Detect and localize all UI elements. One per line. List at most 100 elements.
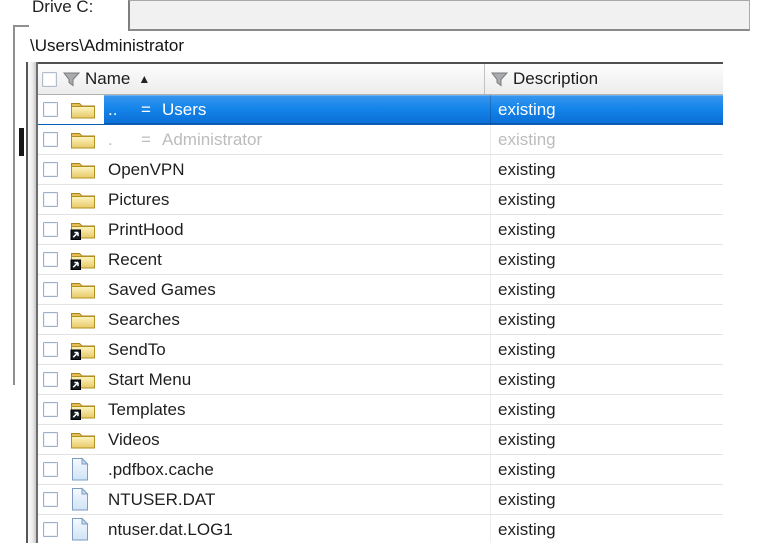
file-name: Users [162, 99, 207, 119]
description-cell: existing [498, 339, 556, 359]
row-checkbox[interactable] [43, 282, 58, 297]
row-checkbox[interactable] [43, 372, 58, 387]
table-row[interactable]: PrintHood existing [38, 215, 723, 245]
table-row[interactable]: Videos existing [38, 425, 723, 455]
tab-drive-c[interactable]: Drive C: [25, 0, 128, 31]
name-cell: NTUSER.DAT [104, 485, 491, 514]
file-name: Recent [108, 249, 162, 269]
file-name: NTUSER.DAT [108, 489, 216, 509]
table-row[interactable]: .pdfbox.cache existing [38, 455, 723, 485]
folder-shortcut-icon [69, 338, 97, 361]
table-row[interactable]: Recent existing [38, 245, 723, 275]
dir-dot-prefix: . [108, 129, 113, 149]
folder-shortcut-icon [69, 218, 97, 241]
folder-icon [69, 428, 97, 451]
name-cell: SendTo [104, 335, 491, 364]
folder-icon [69, 158, 97, 181]
folder-icon [69, 278, 97, 301]
file-rows: .. = Users existing. = Administrator existing O… [38, 95, 723, 543]
tab-strip-background [128, 0, 750, 31]
file-name: Pictures [108, 189, 170, 209]
file-name: Administrator [162, 129, 263, 149]
table-row[interactable]: Start Menu existing [38, 365, 723, 395]
file-name: Start Menu [108, 369, 192, 389]
current-row-marker [19, 128, 24, 156]
name-cell: . = Administrator [104, 125, 491, 154]
row-checkbox[interactable] [43, 102, 58, 117]
left-scroll-strip[interactable] [26, 62, 38, 543]
column-description-label: Description [513, 69, 599, 88]
name-cell: .. = Users [104, 95, 491, 124]
dir-link-symbol: = [141, 129, 151, 149]
current-path: \Users\Administrator [30, 36, 184, 55]
description-cell: existing [498, 519, 556, 539]
description-cell: existing [498, 159, 556, 179]
row-checkbox[interactable] [43, 462, 58, 477]
tab-drive-c-label: Drive C: [32, 0, 94, 16]
file-name: ntuser.dat.LOG1 [108, 519, 233, 539]
file-name: SendTo [108, 339, 166, 359]
folder-shortcut-icon [69, 248, 97, 271]
name-cell: OpenVPN [104, 155, 491, 184]
table-row[interactable]: Pictures existing [38, 185, 723, 215]
row-checkbox[interactable] [43, 522, 58, 537]
file-name: Searches [108, 309, 180, 329]
description-cell: existing [498, 429, 556, 449]
filter-icon[interactable] [63, 72, 80, 87]
column-name-label: Name [85, 69, 131, 88]
row-checkbox[interactable] [43, 192, 58, 207]
description-cell: existing [498, 399, 556, 419]
row-checkbox[interactable] [43, 492, 58, 507]
file-name: .pdfbox.cache [108, 459, 214, 479]
name-cell: Searches [104, 305, 491, 334]
description-cell: existing [498, 189, 556, 209]
row-checkbox[interactable] [43, 132, 58, 147]
row-checkbox[interactable] [43, 162, 58, 177]
table-row[interactable]: .. = Users existing [38, 95, 723, 125]
table-row[interactable]: ntuser.dat.LOG1 existing [38, 515, 723, 543]
file-table: Name ▲ Description .. = Users existing. = Adm… [38, 62, 723, 543]
table-row[interactable]: NTUSER.DAT existing [38, 485, 723, 515]
row-checkbox[interactable] [43, 432, 58, 447]
description-cell: existing [498, 459, 556, 479]
name-cell: Saved Games [104, 275, 491, 304]
row-checkbox[interactable] [43, 402, 58, 417]
row-checkbox[interactable] [43, 252, 58, 267]
row-checkbox[interactable] [43, 312, 58, 327]
folder-icon [69, 308, 97, 331]
description-cell: existing [498, 279, 556, 299]
name-cell: Templates [104, 395, 491, 424]
folder-icon [69, 98, 97, 121]
name-cell: ntuser.dat.LOG1 [104, 515, 491, 543]
row-checkbox[interactable] [43, 222, 58, 237]
select-all-checkbox[interactable] [42, 71, 57, 87]
folder-shortcut-icon [69, 398, 97, 421]
name-cell: Recent [104, 245, 491, 274]
dir-dot-prefix: .. [108, 99, 118, 119]
table-row[interactable]: Saved Games existing [38, 275, 723, 305]
table-row[interactable]: Searches existing [38, 305, 723, 335]
table-row[interactable]: OpenVPN existing [38, 155, 723, 185]
description-cell: existing [498, 99, 556, 119]
filter-icon[interactable] [491, 72, 508, 87]
folder-icon [69, 128, 97, 151]
sort-asc-icon: ▲ [138, 72, 151, 86]
table-row[interactable]: SendTo existing [38, 335, 723, 365]
file-icon [69, 457, 90, 482]
name-cell: Pictures [104, 185, 491, 214]
table-row[interactable]: . = Administrator existing [38, 125, 723, 155]
file-icon [69, 487, 90, 512]
name-cell: PrintHood [104, 215, 491, 244]
file-name: Templates [108, 399, 186, 419]
column-header-name[interactable]: Name ▲ [63, 69, 150, 89]
row-checkbox[interactable] [43, 342, 58, 357]
folder-shortcut-icon [69, 368, 97, 391]
table-row[interactable]: Templates existing [38, 395, 723, 425]
file-manager-panel: Drive C: \Users\Administrator Name ▲ Des… [0, 0, 768, 543]
description-cell: existing [498, 249, 556, 269]
name-cell: Videos [104, 425, 491, 454]
column-header-description[interactable]: Description [484, 64, 598, 94]
table-header: Name ▲ Description [38, 62, 723, 95]
folder-icon [69, 188, 97, 211]
path-bar[interactable]: \Users\Administrator [26, 32, 184, 60]
